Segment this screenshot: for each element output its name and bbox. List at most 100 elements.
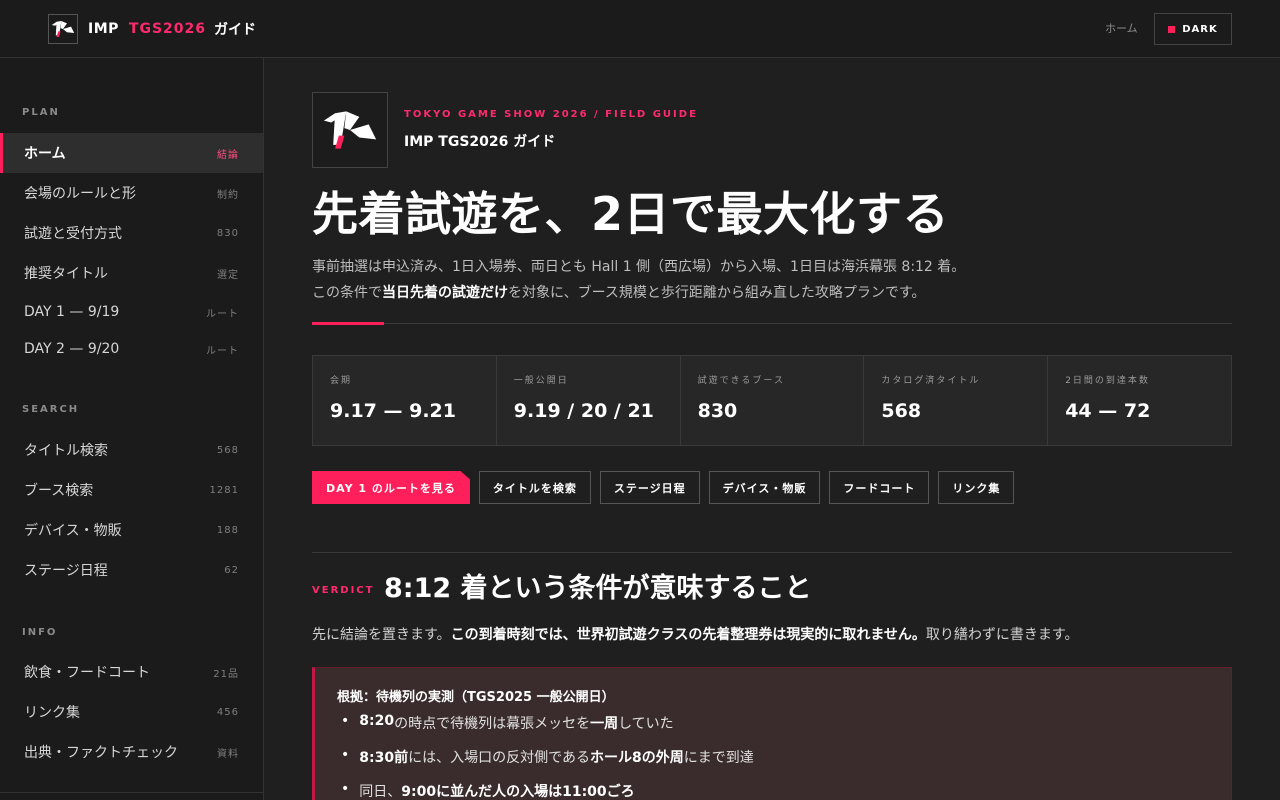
guide-name: IMP TGS2026 ガイド: [404, 134, 556, 150]
hero-eyebrow: TOKYO GAME SHOW 2026 / FIELD GUIDE: [404, 109, 698, 120]
food-court-button[interactable]: フードコート: [829, 471, 930, 504]
stat-value: 9.19 / 20 / 21: [513, 400, 654, 422]
day1-route-button[interactable]: DAY 1 のルートを見る: [312, 471, 470, 504]
sidebar-item-booth-search[interactable]: ブース検索 1281: [0, 470, 263, 510]
brand-guide: ガイド: [214, 22, 256, 38]
sidebar: PLAN ホーム 結論 会場のルールと形 制約 試遊と受付方式 830 推奨タイ…: [0, 58, 264, 800]
sidebar-item-food[interactable]: 飲食・フードコート 21品: [0, 652, 263, 692]
verdict-text: 先に結論を置きます。この到着時刻では、世界初試遊クラスの先着整理券は現実的に取れ…: [312, 624, 1079, 644]
stat-label: 2日間の到達本数: [1065, 376, 1150, 386]
stage-schedule-button[interactable]: ステージ日程: [599, 471, 700, 504]
evidence-text: にまで到達: [683, 750, 754, 766]
verdict-tag: VERDICT: [312, 585, 375, 596]
sidebar-item-meta: 830: [216, 227, 239, 239]
sidebar-item-label: 推奨タイトル: [24, 266, 108, 282]
sidebar-item-meta: 制約: [217, 189, 239, 201]
sidebar-item-label: リンク集: [24, 705, 80, 721]
sidebar-item-meta: 1281: [209, 484, 239, 496]
stat-reach: 2日間の到達本数 44 — 72: [1048, 356, 1231, 445]
sidebar-item-label: ブース検索: [24, 483, 94, 499]
sidebar-item-title-search[interactable]: タイトル検索 568: [0, 430, 263, 470]
stat-label: 試遊できるブース: [697, 376, 785, 386]
imp-logo-icon: [48, 14, 78, 44]
sidebar-item-meta: 21品: [213, 668, 239, 680]
stat-titles: カタログ済タイトル 568: [864, 356, 1049, 445]
lead-line-1: 事前抽選は申込済み、1日入場券、両日とも Hall 1 側（西広場）から入場、1…: [312, 259, 966, 275]
stat-period: 会期 9.17 — 9.21: [313, 356, 497, 445]
evidence-text: の時点で待機列は幕張メッセを: [394, 716, 591, 732]
sidebar-item-meta: 選定: [217, 269, 239, 281]
sidebar-item-links[interactable]: リンク集 456: [0, 692, 263, 732]
stat-value: 568: [881, 400, 922, 422]
sidebar-section-plan: PLAN: [22, 107, 60, 118]
sidebar-item-meta: ルート: [206, 345, 239, 357]
sidebar-item-meta: 62: [224, 564, 239, 576]
sidebar-item-label: DAY 2 — 9/20: [24, 341, 120, 357]
sidebar-item-meta: 結論: [217, 149, 239, 161]
sidebar-item-devices[interactable]: デバイス・物販 188: [0, 510, 263, 550]
divider-accent: [312, 322, 384, 325]
sidebar-item-sources[interactable]: 出典・ファクトチェック 資料: [0, 732, 263, 772]
sidebar-item-meta: 188: [216, 524, 239, 536]
hero-lead: 事前抽選は申込済み、1日入場券、両日とも Hall 1 側（西広場）から入場、1…: [312, 254, 965, 306]
sidebar-item-venue-rules[interactable]: 会場のルールと形 制約: [0, 173, 263, 213]
sidebar-item-label: 試遊と受付方式: [24, 226, 122, 242]
evidence-list: 8:20 の時点で待機列は幕張メッセを一周していた 8:30前には、入場口の反対…: [341, 713, 754, 800]
sidebar-item-demo-reception[interactable]: 試遊と受付方式 830: [0, 213, 263, 253]
sidebar-section-search: SEARCH: [22, 404, 80, 415]
action-buttons: DAY 1 のルートを見る タイトルを検索 ステージ日程 デバイス・物販 フード…: [312, 471, 1015, 504]
sidebar-item-label: デバイス・物販: [24, 523, 122, 539]
page-title: 先着試遊を、2日で最大化する: [312, 187, 950, 241]
verdict-text-part: 取り繕わずに書きます。: [925, 627, 1079, 643]
evidence-title: 根拠：待機列の実測（TGS2025 一般公開日）: [337, 690, 615, 705]
brand-link[interactable]: IMP TGS2026 ガイド: [48, 14, 256, 44]
brand-imp: IMP: [88, 21, 119, 37]
sidebar-item-meta: 568: [216, 444, 239, 456]
evidence-emphasis: 一周: [590, 716, 619, 732]
stat-public-days: 一般公開日 9.19 / 20 / 21: [497, 356, 681, 445]
links-button[interactable]: リンク集: [938, 471, 1015, 504]
sidebar-item-day2[interactable]: DAY 2 — 9/20 ルート: [0, 329, 263, 369]
sidebar-section-info: INFO: [22, 627, 58, 638]
top-bar: IMP TGS2026 ガイド ホーム DARK: [0, 0, 1280, 58]
sidebar-item-meta: 456: [216, 706, 239, 718]
search-titles-button[interactable]: タイトルを検索: [478, 471, 591, 504]
lead-text: この条件で: [312, 285, 382, 301]
stat-value: 830: [697, 400, 738, 422]
home-link[interactable]: ホーム: [1105, 20, 1138, 36]
lead-text: を対象に、ブース規模と歩行距離から組み直した攻略プランです。: [508, 285, 926, 301]
sidebar-item-day1[interactable]: DAY 1 — 9/19 ルート: [0, 292, 263, 332]
stat-label: カタログ済タイトル: [881, 376, 981, 386]
brand-tgs: TGS2026: [128, 21, 206, 37]
verdict-title: 8:12 着という条件が意味すること: [384, 573, 812, 604]
sidebar-item-label: タイトル検索: [24, 443, 108, 459]
stats-panel: 会期 9.17 — 9.21 一般公開日 9.19 / 20 / 21 試遊でき…: [312, 355, 1232, 446]
sidebar-item-stage[interactable]: ステージ日程 62: [0, 550, 263, 590]
sidebar-item-recommended[interactable]: 推奨タイトル 選定: [0, 253, 263, 293]
evidence-emphasis: 8:20: [359, 713, 395, 729]
evidence-callout: 根拠：待機列の実測（TGS2025 一般公開日） 8:20 の時点で待機列は幕張…: [312, 667, 1232, 800]
theme-toggle-label: DARK: [1182, 23, 1218, 35]
theme-indicator-icon: [1168, 25, 1176, 33]
evidence-emphasis: 8:30前: [359, 750, 409, 766]
stat-label: 一般公開日: [513, 376, 569, 386]
evidence-emphasis: 9:00に並んだ人の入場は11:00ごろ: [401, 784, 635, 800]
evidence-text: には、入場口の反対側である: [408, 750, 590, 766]
sidebar-item-label: DAY 1 — 9/19: [24, 304, 120, 320]
evidence-text: 同日、: [359, 784, 402, 800]
stat-label: 会期: [330, 376, 353, 386]
verdict-emphasis: この到着時刻では、世界初試遊クラスの先着整理券は現実的に取れません。: [450, 627, 926, 643]
verdict-text-part: 先に結論を置きます。: [312, 627, 451, 643]
devices-button[interactable]: デバイス・物販: [708, 471, 821, 504]
sidebar-item-home[interactable]: ホーム 結論: [0, 133, 263, 173]
sidebar-divider: [0, 792, 263, 793]
lead-emphasis: 当日先着の試遊だけ: [382, 285, 508, 301]
sidebar-item-label: 飲食・フードコート: [24, 665, 150, 681]
sidebar-item-label: ステージ日程: [24, 563, 108, 579]
divider: [312, 552, 1232, 553]
theme-toggle-button[interactable]: DARK: [1154, 13, 1232, 45]
sidebar-item-meta: ルート: [206, 308, 239, 320]
stat-booths: 試遊できるブース 830: [681, 356, 865, 445]
evidence-emphasis: ホール8の外周: [589, 750, 684, 766]
sidebar-item-meta: 資料: [217, 748, 239, 760]
